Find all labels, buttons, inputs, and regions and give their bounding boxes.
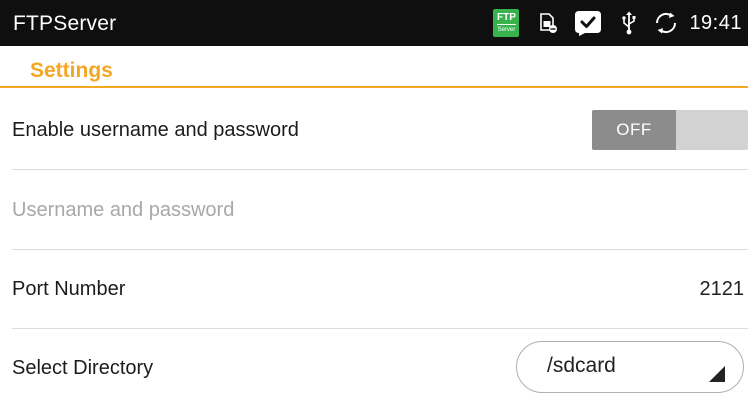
port-number-value: 2121 <box>699 278 745 300</box>
ftp-badge-main-text: FTP <box>496 12 516 25</box>
check-icon <box>573 9 603 37</box>
status-clock: 19:41 <box>689 11 742 34</box>
status-bar: FTPServer FTP Server 19:41 <box>0 0 748 46</box>
settings-title: Settings <box>30 59 113 82</box>
credentials-row: Username and password <box>0 170 748 250</box>
directory-select-value: /sdcard <box>547 354 616 377</box>
enable-credentials-label: Enable username and password <box>12 119 299 141</box>
ftp-badge-sub-text: Server <box>497 27 516 33</box>
port-number-row[interactable]: Port Number 2121 <box>0 249 748 329</box>
select-directory-label: Select Directory <box>12 357 154 379</box>
toggle-knob[interactable]: OFF <box>592 110 676 150</box>
enable-credentials-row[interactable]: Enable username and password OFF <box>0 90 748 170</box>
status-icons: FTP Server 19:41 <box>493 0 748 46</box>
enable-credentials-toggle[interactable]: OFF <box>592 110 748 150</box>
sim-card-icon <box>539 13 558 33</box>
ftp-server-icon: FTP Server <box>493 9 520 37</box>
app-title: FTPServer <box>13 12 117 35</box>
toggle-state-text: OFF <box>616 120 652 139</box>
directory-select[interactable]: /sdcard <box>516 341 744 393</box>
dropdown-arrow-icon <box>709 366 725 382</box>
sync-icon <box>653 10 679 36</box>
select-directory-row: Select Directory /sdcard <box>0 328 748 405</box>
settings-header: Settings <box>0 46 748 88</box>
usb-icon <box>621 11 637 35</box>
credentials-label: Username and password <box>12 199 235 221</box>
port-number-label: Port Number <box>12 278 126 300</box>
